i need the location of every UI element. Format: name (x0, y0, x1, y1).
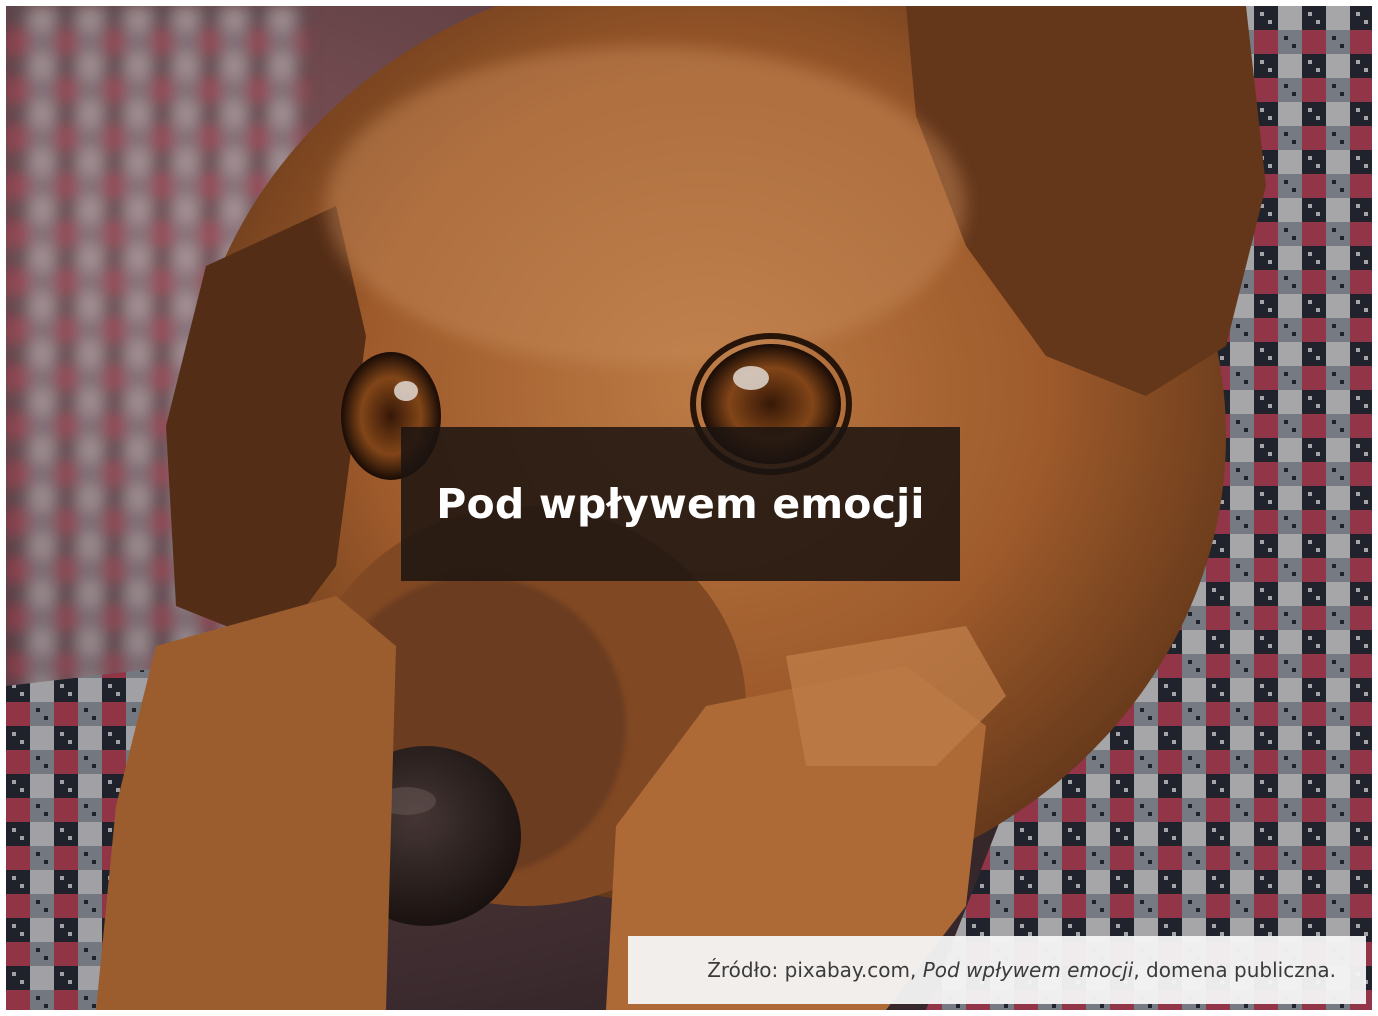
caption-text: Źródło: pixabay.com, Pod wpływem emocji,… (707, 958, 1336, 982)
page-title: Pod wpływem emocji (436, 480, 925, 528)
photo-caption: Źródło: pixabay.com, Pod wpływem emocji,… (628, 936, 1366, 1004)
caption-work-title: Pod wpływem emocji (922, 958, 1134, 982)
caption-prefix: Źródło: pixabay.com, (707, 958, 923, 982)
title-banner: Pod wpływem emocji (401, 427, 960, 581)
caption-suffix: , domena publiczna. (1133, 958, 1336, 982)
